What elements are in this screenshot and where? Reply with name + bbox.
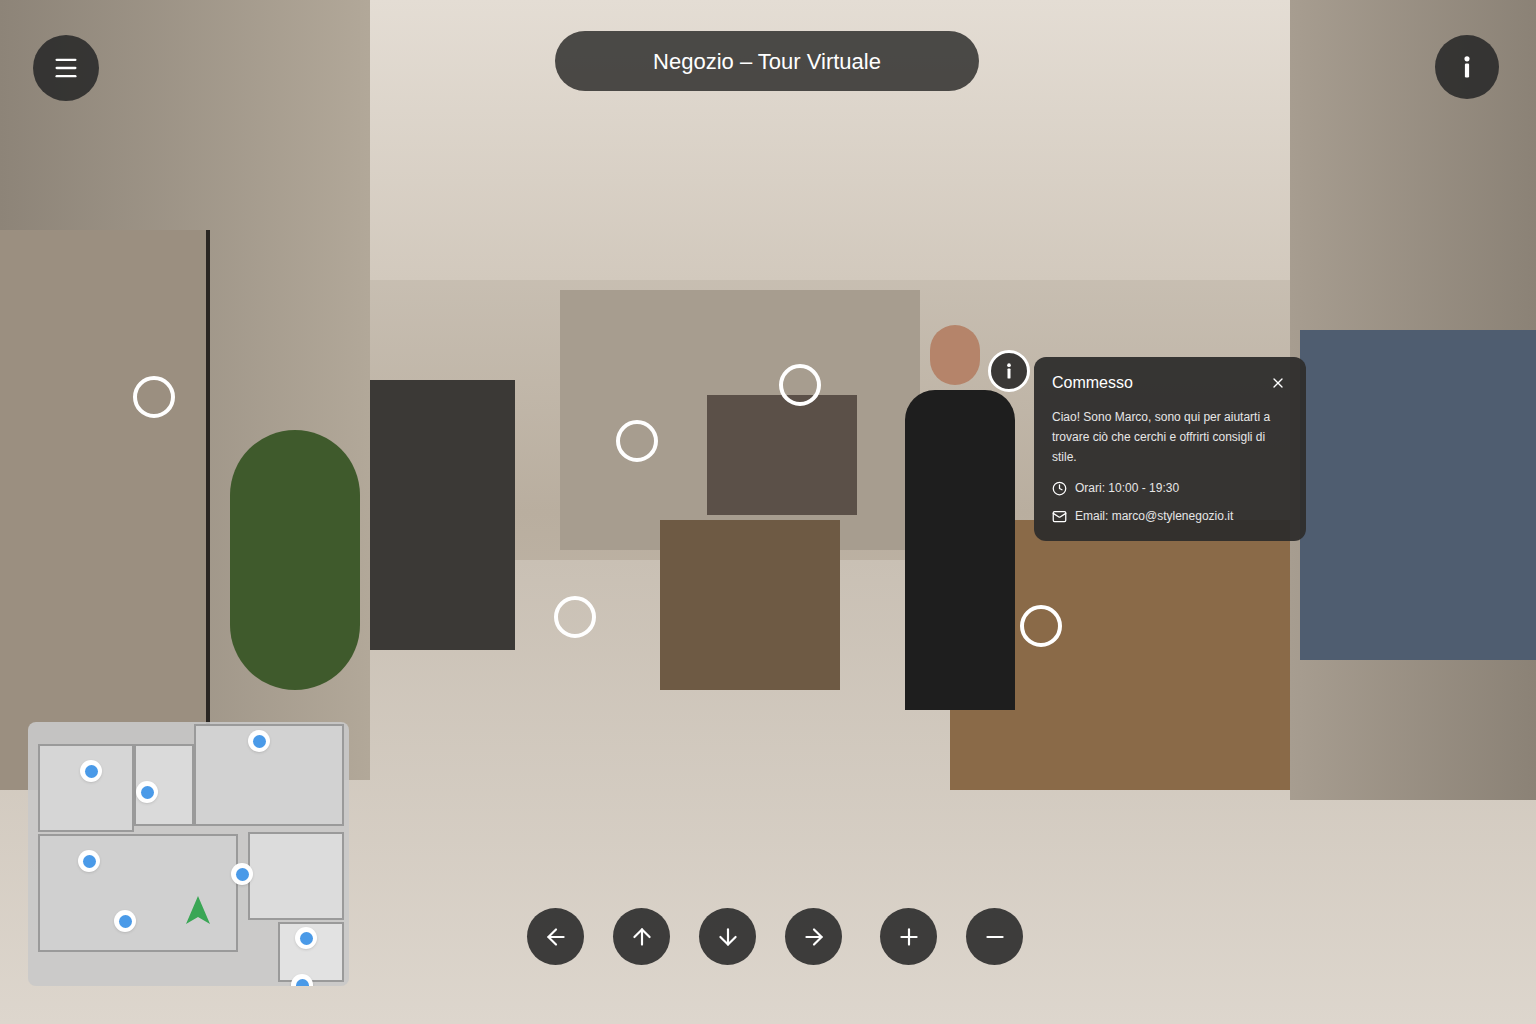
pin-dot (141, 786, 154, 799)
map-pin[interactable] (295, 927, 317, 949)
hotspot[interactable] (616, 420, 658, 462)
arrow-right-icon (801, 924, 827, 950)
hotspot[interactable] (779, 364, 821, 406)
pin-dot (300, 932, 313, 945)
pin-dot (296, 979, 309, 987)
display-table (660, 520, 840, 690)
plus-icon (896, 924, 922, 950)
menu-button[interactable] (33, 35, 99, 101)
close-icon (1270, 375, 1286, 391)
map-pin[interactable] (114, 910, 136, 932)
map-pin[interactable] (231, 863, 253, 885)
hotspot[interactable] (133, 376, 175, 418)
title-pill: Negozio – Tour Virtuale (555, 31, 979, 91)
hotspot[interactable] (1020, 605, 1062, 647)
virtual-tour: Negozio – Tour Virtuale Commesso Ciao! Son… (0, 0, 1536, 1024)
menu-icon (52, 54, 80, 82)
info-popup: Commesso Ciao! Sono Marco, sono qui per a… (1034, 357, 1306, 541)
map-pin[interactable] (248, 730, 270, 752)
pin-dot (83, 855, 96, 868)
shoe-shelf (0, 230, 210, 790)
minus-icon (982, 924, 1008, 950)
hours-text: Orari: 10:00 - 19:30 (1075, 479, 1179, 497)
person-head (930, 325, 980, 385)
person-body (905, 390, 1015, 710)
clock-icon (1052, 481, 1067, 496)
back-shelf (707, 395, 857, 515)
mail-icon (1052, 509, 1067, 524)
popup-hours: Orari: 10:00 - 19:30 (1052, 479, 1288, 497)
info-icon (999, 361, 1019, 381)
left-button[interactable] (527, 908, 584, 965)
map-pin[interactable] (80, 760, 102, 782)
title: Negozio – Tour Virtuale (653, 45, 881, 78)
right-button[interactable] (785, 908, 842, 965)
clothes-rack (370, 380, 515, 650)
pin-dot (85, 765, 98, 778)
right-rack (1300, 330, 1536, 660)
plant (230, 430, 360, 690)
room (248, 832, 344, 920)
popup-message: Ciao! Sono Marco, sono qui per aiutarti … (1052, 407, 1288, 467)
popup-title: Commesso (1052, 371, 1133, 395)
minimap[interactable] (28, 722, 349, 986)
arrow-down-icon (715, 924, 741, 950)
zoom-out-button[interactable] (966, 908, 1023, 965)
pin-dot (253, 735, 266, 748)
email-text: Email: marco@stylenegozio.it (1075, 507, 1233, 525)
position-arrow-icon (184, 894, 212, 926)
info-icon (1453, 53, 1481, 81)
popup-header: Commesso (1052, 371, 1288, 395)
pin-dot (119, 915, 132, 928)
back-button[interactable] (699, 908, 756, 965)
forward-button[interactable] (613, 908, 670, 965)
hotspot[interactable] (554, 596, 596, 638)
room (38, 744, 134, 832)
close-button[interactable] (1268, 373, 1288, 393)
popup-email: Email: marco@stylenegozio.it (1052, 507, 1288, 525)
arrow-up-icon (629, 924, 655, 950)
nav-controls (527, 908, 1023, 965)
arrow-left-icon (543, 924, 569, 950)
room (38, 834, 238, 952)
pin-dot (236, 868, 249, 881)
info-hotspot[interactable] (988, 350, 1030, 392)
info-button[interactable] (1435, 35, 1499, 99)
map-pin[interactable] (78, 850, 100, 872)
map-pin[interactable] (136, 781, 158, 803)
zoom-in-button[interactable] (880, 908, 937, 965)
